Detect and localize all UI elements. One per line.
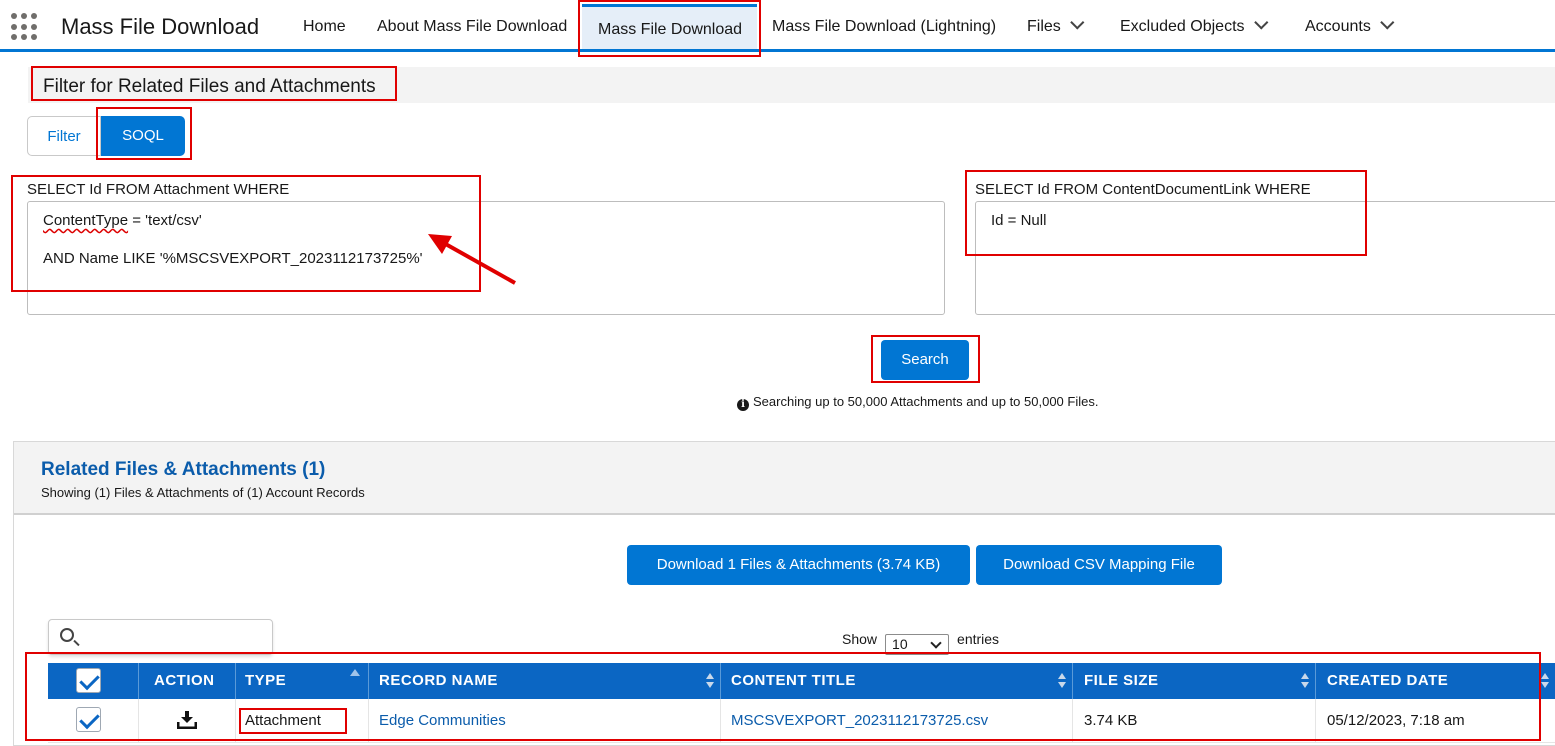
results-title: Related Files & Attachments (1)	[41, 459, 326, 480]
chevron-down-icon[interactable]	[1070, 15, 1085, 30]
download-csv-mapping-button[interactable]: Download CSV Mapping File	[976, 545, 1222, 585]
column-header-content-title[interactable]: CONTENT TITLE	[721, 663, 1073, 699]
column-header-action: ACTION	[139, 663, 236, 699]
search-info: i Searching up to 50,000 Attachments and …	[737, 394, 1098, 411]
row-created-date: 05/12/2023, 7:18 am	[1327, 712, 1465, 729]
column-label: RECORD NAME	[379, 672, 498, 689]
column-label: CREATED DATE	[1327, 672, 1449, 689]
nav-tab-home[interactable]: Home	[303, 18, 346, 36]
column-header-type[interactable]: TYPE	[236, 663, 369, 699]
column-header-created-date[interactable]: CREATED DATE	[1316, 663, 1555, 699]
cdl-query-line-1: Id = Null	[991, 212, 1047, 229]
nav-tab-label: Files	[1027, 18, 1061, 35]
nav-tab-files[interactable]: Files	[1027, 15, 1085, 36]
select-all-checkbox[interactable]	[76, 668, 101, 693]
cdl-query-label: SELECT Id FROM ContentDocumentLink WHERE	[975, 181, 1311, 198]
row-select-cell	[48, 699, 139, 743]
row-type: Attachment	[236, 699, 369, 743]
table-search-input[interactable]	[48, 619, 273, 655]
nav-tab-about[interactable]: About Mass File Download	[377, 18, 567, 36]
nav-tab-label: Excluded Objects	[1120, 18, 1245, 35]
nav-tab-excluded-objects[interactable]: Excluded Objects	[1120, 15, 1268, 36]
attachment-query-label: SELECT Id FROM Attachment WHERE	[27, 181, 290, 198]
download-icon[interactable]	[177, 711, 197, 729]
nav-tab-mass-file-download[interactable]: Mass File Download	[582, 4, 757, 49]
sort-icon	[1058, 673, 1066, 689]
column-label: FILE SIZE	[1084, 672, 1159, 689]
search-button[interactable]: Search	[881, 340, 969, 380]
filter-tab-button[interactable]: Filter	[27, 116, 101, 156]
sort-ascending-icon	[350, 669, 360, 676]
row-checkbox[interactable]	[76, 707, 101, 732]
filter-mode-toggle: Filter SOQL	[27, 116, 185, 156]
nav-tab-label: Mass File Download	[598, 21, 743, 38]
results-card-header: Related Files & Attachments (1) Showing …	[14, 442, 1555, 515]
sort-icon	[1541, 673, 1549, 689]
download-files-button[interactable]: Download 1 Files & Attachments (3.74 KB)	[627, 545, 970, 585]
app-name: Mass File Download	[61, 14, 260, 39]
sort-icon	[1301, 673, 1309, 689]
attachment-query-line-2: AND Name LIKE '%MSCSVEXPORT_202311217372…	[43, 250, 423, 267]
search-icon	[60, 628, 74, 642]
cdl-query-textarea[interactable]	[975, 201, 1555, 315]
table-header: ACTION TYPE RECORD NAME CONTENT TITLE FI…	[48, 663, 1555, 699]
nav-tab-lightning[interactable]: Mass File Download (Lightning)	[772, 18, 996, 36]
search-info-text: Searching up to 50,000 Attachments and u…	[753, 394, 1099, 409]
app-launcher-icon[interactable]	[11, 13, 39, 41]
nav-tab-accounts[interactable]: Accounts	[1305, 15, 1395, 36]
annotation-arrow-icon	[428, 234, 516, 285]
column-label: TYPE	[245, 672, 287, 689]
filter-title: Filter for Related Files and Attachments	[43, 76, 376, 97]
table-row: Attachment Edge Communities MSCSVEXPORT_…	[48, 699, 1555, 743]
info-icon: i	[737, 399, 749, 411]
row-content-title-link[interactable]: MSCSVEXPORT_2023112173725.csv	[721, 699, 1073, 743]
query-field-name: ContentType	[43, 212, 129, 229]
attachment-query-line-1: ContentType = 'text/csv'	[43, 212, 202, 229]
column-header-file-size[interactable]: FILE SIZE	[1073, 663, 1316, 699]
page-size-select[interactable]: 10	[885, 634, 950, 655]
query-condition: = 'text/csv'	[128, 212, 202, 229]
row-record-name-link[interactable]: Edge Communities	[369, 699, 721, 743]
results-subtitle: Showing (1) Files & Attachments of (1) A…	[41, 485, 365, 500]
select-all-header	[48, 663, 139, 699]
show-label: Show	[842, 631, 878, 647]
entries-label: entries	[957, 631, 1000, 647]
chevron-down-icon[interactable]	[1380, 15, 1395, 30]
soql-tab-button[interactable]: SOQL	[101, 116, 185, 156]
chevron-down-icon[interactable]	[1253, 15, 1268, 30]
top-navigation-bar: Mass File Download Home About Mass File …	[0, 0, 1555, 52]
sort-icon	[706, 673, 714, 689]
row-file-size: 3.74 KB	[1073, 699, 1316, 743]
nav-tab-label: Accounts	[1305, 18, 1371, 35]
page-size-control: Show 10 entries	[842, 631, 999, 655]
column-header-record-name[interactable]: RECORD NAME	[369, 663, 721, 699]
column-label: CONTENT TITLE	[731, 672, 856, 689]
